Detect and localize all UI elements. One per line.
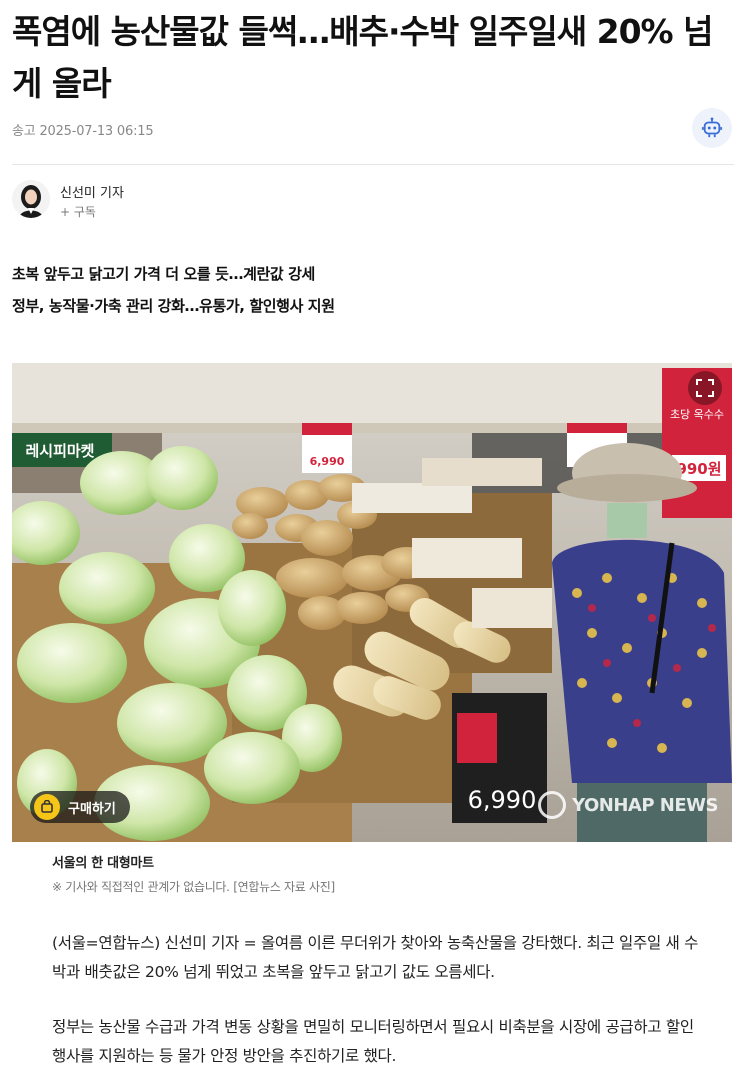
article-meta: 송고 2025-07-13 06:15 — [12, 108, 734, 148]
article-headline: 폭염에 농산물값 들썩…배추·수박 일주일새 20% 넘게 올라 — [12, 12, 713, 103]
banner-text: 레시피마켓 — [25, 442, 94, 460]
article-summary: 초복 앞두고 닭고기 가격 더 오를 듯…계란값 강세 정부, 농작물·가축 관… — [12, 258, 732, 322]
photo-watermark: YONHAP NEWS — [538, 791, 718, 819]
subscribe-button[interactable]: + 구독 — [60, 203, 96, 220]
summary-line: 초복 앞두고 닭고기 가격 더 오를 듯…계란값 강세 — [12, 265, 315, 283]
article-photo[interactable]: 초당 옥수수 990원 레시피마켓 6,990 6,990 구매하기 YONHA… — [12, 363, 732, 842]
article-paragraph: (서울=연합뉴스) 신선미 기자 = 올여름 이른 무더위가 찾아와 농축산물을… — [52, 934, 699, 981]
sign-text: 초당 옥수수 — [670, 408, 724, 421]
expand-icon — [696, 379, 714, 397]
market-photo-illustration: 초당 옥수수 990원 레시피마켓 6,990 6,990 — [12, 363, 732, 842]
expand-photo-button[interactable] — [688, 371, 722, 405]
article-paragraph: 정부는 농산물 수급과 가격 변동 상황을 면밀히 모니터링하면서 필요시 비축… — [52, 1018, 694, 1065]
summary-line: 정부, 농작물·가축 관리 강화…유통가, 할인행사 지원 — [12, 297, 335, 315]
header-divider — [12, 164, 734, 165]
sent-date: 송고 2025-07-13 06:15 — [12, 124, 154, 139]
watermark-text: YONHAP NEWS — [572, 794, 718, 816]
ai-summary-button[interactable] — [692, 108, 732, 148]
reporter-name[interactable]: 신선미 기자 — [60, 182, 124, 201]
price-tag-990: 990원 — [676, 460, 721, 478]
reporter-avatar[interactable] — [12, 180, 50, 218]
buy-button[interactable]: 구매하기 — [30, 791, 130, 823]
photo-caption-note: ※ 기사와 직접적인 관계가 없습니다. [연합뉴스 자료 사진] — [52, 880, 335, 894]
shopping-coin-icon — [34, 794, 60, 820]
photo-caption: 서울의 한 대형마트 — [52, 856, 154, 871]
reporter-byline: 신선미 기자 + 구독 — [12, 180, 412, 220]
buy-button-label: 구매하기 — [68, 801, 116, 817]
price-tag-6990-board: 6,990 — [468, 786, 537, 814]
price-tag-6990-top: 6,990 — [310, 455, 345, 468]
robot-icon — [701, 117, 723, 138]
yonhap-logo-icon — [538, 791, 567, 819]
